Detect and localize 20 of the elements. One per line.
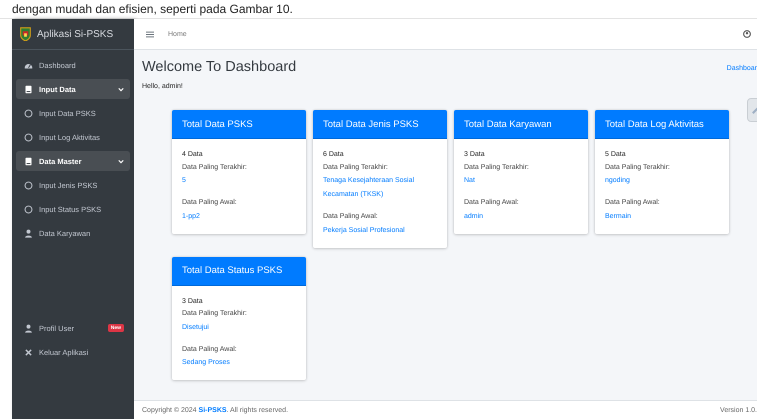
circle-icon bbox=[24, 132, 33, 142]
user-icon bbox=[24, 228, 33, 238]
page-title: Welcome To Dashboard bbox=[142, 59, 296, 75]
card-title: Total Data Karyawan bbox=[464, 118, 552, 130]
menu-icon[interactable] bbox=[146, 30, 154, 38]
crest-logo-icon bbox=[20, 27, 31, 41]
user-icon[interactable] bbox=[743, 30, 751, 38]
app-title: Aplikasi Si-PSKS bbox=[37, 28, 114, 40]
circle-icon bbox=[24, 180, 33, 190]
close-icon bbox=[24, 348, 33, 356]
card-title: Total Data Status PSKS bbox=[182, 265, 282, 276]
card-title: Total Data PSKS bbox=[182, 118, 253, 130]
card-title: Total Data Log Aktivitas bbox=[605, 118, 704, 130]
book-icon bbox=[24, 156, 33, 166]
circle-icon bbox=[24, 108, 33, 118]
book-icon bbox=[24, 84, 33, 94]
user-icon bbox=[24, 324, 33, 332]
document-text: dengan mudah dan efisien, seperti pada Gambar 10. bbox=[12, 2, 293, 16]
card-title: Total Data Jenis PSKS bbox=[323, 118, 419, 130]
circle-icon bbox=[24, 204, 33, 214]
